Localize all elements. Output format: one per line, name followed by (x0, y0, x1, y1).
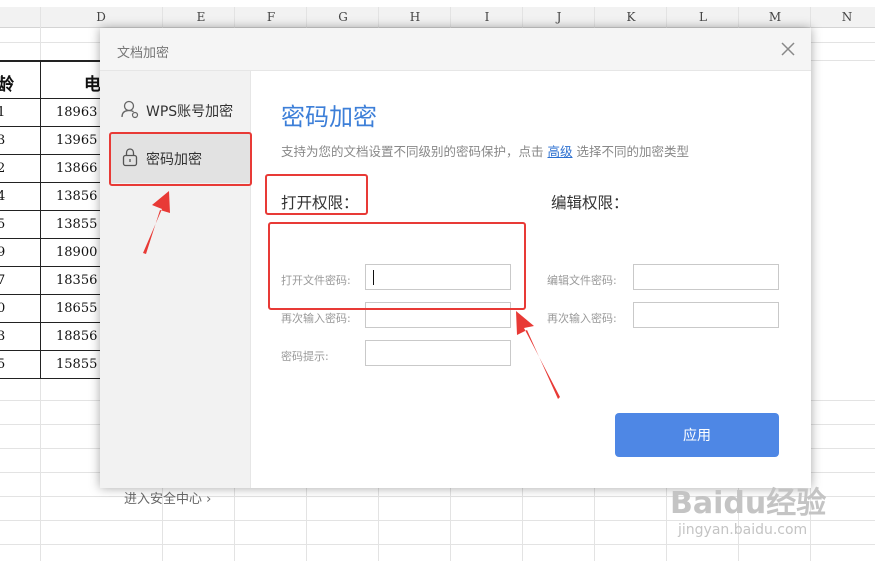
table-border (0, 238, 100, 239)
table-cell[interactable]: 4 (0, 189, 5, 204)
advanced-link[interactable]: 高级 (547, 144, 572, 159)
dialog-sidebar: WPS账号加密 密码加密 进入安全中心 › (100, 71, 251, 507)
table-border (0, 322, 100, 323)
edit-password-label: 编辑文件密码: (547, 274, 617, 287)
security-center-link[interactable]: 进入安全中心 › (124, 488, 211, 507)
encryption-dialog: 文档加密 WPS账号加密 密码加密 进入安全中心 › 密码加密 支持为您的文档设… (100, 28, 811, 507)
table-cell[interactable]: 18900 (56, 245, 97, 260)
open-password-input[interactable] (365, 264, 511, 290)
description-suffix: 选择不同的加密类型 (572, 144, 689, 159)
table-border (0, 182, 100, 183)
table-border (0, 350, 100, 351)
column-header-f[interactable]: F (256, 7, 286, 27)
table-cell[interactable]: 13856 (56, 189, 97, 204)
user-icon (121, 100, 139, 119)
watermark-url: jingyan.baidu.com (678, 522, 808, 538)
table-cell[interactable]: 13855 (56, 217, 97, 232)
column-header-l[interactable]: L (688, 7, 718, 27)
password-hint-input[interactable] (365, 340, 511, 366)
description-text: 支持为您的文档设置不同级别的密码保护，点击 高级 选择不同的加密类型 (281, 141, 689, 160)
column-header-e[interactable]: E (186, 7, 216, 27)
table-border (0, 98, 100, 99)
chevron-right-icon: › (206, 492, 212, 507)
text-cursor (373, 270, 374, 285)
table-border (0, 154, 100, 155)
sidebar-item-wps-account[interactable]: WPS账号加密 (110, 85, 250, 135)
column-header-g[interactable]: G (328, 7, 358, 27)
table-cell[interactable]: 5 (0, 357, 5, 372)
open-password-confirm-input[interactable] (365, 302, 511, 328)
table-cell[interactable]: 18356 (56, 273, 97, 288)
table-cell[interactable]: 13965 (56, 133, 97, 148)
column-header-i[interactable]: I (472, 7, 502, 27)
table-border (0, 126, 100, 127)
close-icon[interactable] (779, 40, 797, 58)
dialog-title: 文档加密 (117, 46, 170, 61)
table-cell[interactable]: 18963 (56, 105, 97, 120)
column-header-bar (0, 7, 875, 28)
open-permission-title: 打开权限： (281, 194, 359, 212)
table-cell[interactable]: 15855 (56, 357, 97, 372)
sidebar-item-password[interactable]: 密码加密 (110, 133, 250, 183)
description-prefix: 支持为您的文档设置不同级别的密码保护，点击 (281, 144, 548, 159)
watermark-brand: Baidu经验 (670, 486, 827, 521)
table-cell[interactable]: 0 (0, 301, 5, 316)
table-border (0, 60, 100, 62)
security-center-label: 进入安全中心 (124, 492, 203, 507)
sidebar-item-label: 密码加密 (146, 152, 202, 168)
sidebar-item-label: WPS账号加密 (146, 104, 234, 120)
table-cell[interactable]: 1 (0, 105, 5, 120)
table-cell[interactable]: 7 (0, 273, 5, 288)
table-cell[interactable]: 5 (0, 217, 5, 232)
cell-header-phone[interactable]: 电 (84, 70, 101, 95)
table-cell[interactable]: 18856 (56, 329, 97, 344)
edit-password-confirm-input[interactable] (633, 302, 779, 328)
open-password-confirm-label: 再次输入密码: (281, 312, 351, 325)
table-border (0, 210, 100, 211)
open-password-label: 打开文件密码: (281, 274, 351, 287)
cell-header-age[interactable]: 龄 (0, 70, 14, 95)
table-cell[interactable]: 2 (0, 161, 5, 176)
edit-password-confirm-label: 再次输入密码: (547, 312, 617, 325)
table-cell[interactable]: 13866 (56, 161, 97, 176)
column-header-d[interactable]: D (86, 7, 116, 27)
column-header-m[interactable]: M (760, 7, 790, 27)
edit-permission-title: 编辑权限： (551, 194, 629, 212)
table-cell[interactable]: 18655 (56, 301, 97, 316)
baidu-watermark: Baidu经验 jingyan.baidu.com (670, 478, 870, 558)
edit-password-input[interactable] (633, 264, 779, 290)
apply-button[interactable]: 应用 (615, 413, 779, 457)
table-cell[interactable]: 3 (0, 133, 5, 148)
table-cell[interactable]: 3 (0, 329, 5, 344)
table-border (0, 266, 100, 267)
column-header-k[interactable]: K (616, 7, 646, 27)
column-header-n[interactable]: N (832, 7, 862, 27)
lock-icon (122, 148, 138, 167)
column-header-h[interactable]: H (400, 7, 430, 27)
table-border (0, 378, 100, 379)
column-header-j[interactable]: J (544, 7, 574, 27)
page-title: 密码加密 (281, 103, 377, 131)
dialog-titlebar: 文档加密 (100, 28, 811, 71)
password-hint-label: 密码提示: (281, 350, 329, 363)
dialog-main-panel: 密码加密 支持为您的文档设置不同级别的密码保护，点击 高级 选择不同的加密类型 … (251, 71, 811, 488)
table-cell[interactable]: 9 (0, 245, 5, 260)
table-border (40, 60, 41, 378)
table-border (0, 294, 100, 295)
